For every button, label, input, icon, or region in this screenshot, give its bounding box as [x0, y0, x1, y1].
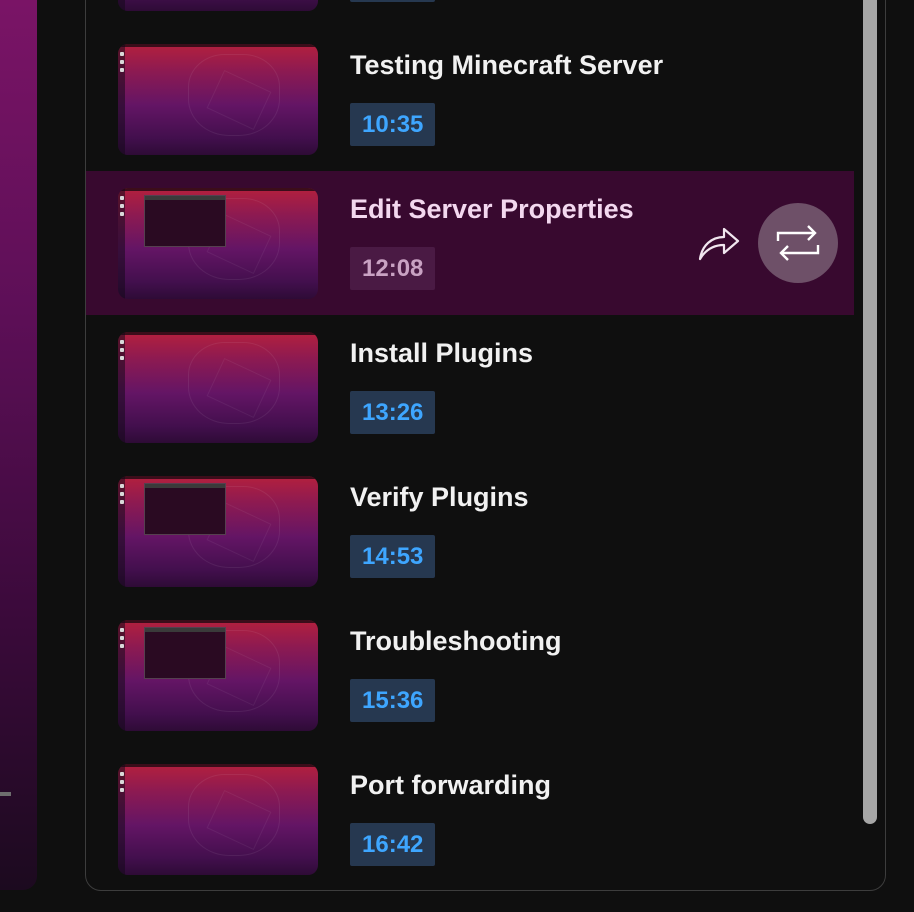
chapter-timestamp[interactable]: 15:36: [350, 679, 436, 722]
chapter-title: Install Plugins: [350, 338, 534, 368]
chapter-timestamp[interactable]: 10:35: [350, 103, 436, 146]
chapter-title: Edit Server Properties: [350, 194, 634, 224]
chapter-timestamp[interactable]: [350, 0, 435, 2]
share-icon[interactable]: [694, 219, 742, 267]
chapter-timestamp[interactable]: 12:08: [350, 247, 436, 290]
chapter-thumbnail: [118, 0, 318, 11]
scrollbar-thumb[interactable]: [863, 0, 877, 824]
chapter-item[interactable]: Verify Plugins 14:53: [86, 459, 854, 603]
chapter-item[interactable]: Troubleshooting 15:36: [86, 603, 854, 747]
progress-marker: [0, 792, 11, 796]
chapter-thumbnail: [118, 332, 318, 443]
video-player-edge[interactable]: [0, 0, 37, 890]
chapter-thumbnail: [118, 476, 318, 587]
chapter-thumbnail: [118, 188, 318, 299]
chapter-timestamp[interactable]: 13:26: [350, 391, 436, 434]
chapter-item[interactable]: Install Plugins 13:26: [86, 315, 854, 459]
chapter-title: Port forwarding: [350, 770, 551, 800]
chapter-item[interactable]: Testing Minecraft Server 10:35: [86, 27, 854, 171]
chapter-item[interactable]: Port forwarding 16:42: [86, 747, 854, 891]
loop-button[interactable]: [758, 203, 838, 283]
chapter-thumbnail: [118, 764, 318, 875]
chapters-screen: Testing Minecraft Server 10:35 Edit Serv…: [0, 0, 914, 912]
chapter-title: Verify Plugins: [350, 482, 529, 512]
loop-icon: [776, 225, 820, 261]
chapter-timestamp[interactable]: 16:42: [350, 823, 436, 866]
chapter-timestamp[interactable]: 14:53: [350, 535, 436, 578]
chapter-title: Testing Minecraft Server: [350, 50, 664, 80]
chapter-thumbnail: [118, 44, 318, 155]
chapter-title: Troubleshooting: [350, 626, 562, 656]
chapter-item-active[interactable]: Edit Server Properties 12:08: [86, 171, 854, 315]
chapter-thumbnail: [118, 620, 318, 731]
chapter-item-partial[interactable]: [86, 0, 854, 27]
